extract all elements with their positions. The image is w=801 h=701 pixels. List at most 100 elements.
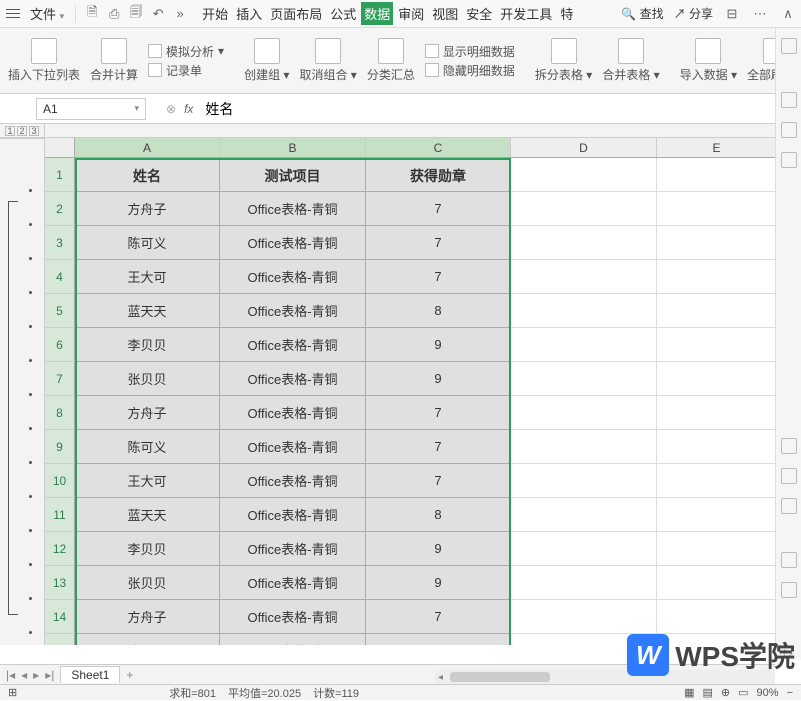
table-row[interactable]: 4王大可Office表格-青铜7 [45,260,801,294]
cell[interactable]: Office表格-青铜 [220,600,366,634]
cell[interactable]: 7 [366,430,511,464]
cell[interactable] [657,430,777,464]
cell[interactable]: Office表格-青铜 [220,260,366,294]
row-header[interactable]: 15 [45,634,75,645]
cell[interactable]: Office表格-青铜 [220,566,366,600]
cell[interactable]: 9 [366,328,511,362]
merge-table-button[interactable]: 合并表格 ▾ [602,38,659,83]
tab-数据[interactable]: 数据 [361,2,393,25]
cell[interactable]: Office表格-青铜 [220,328,366,362]
backup-icon[interactable] [781,498,797,514]
file-menu[interactable]: 文件 ▾ [26,4,68,23]
name-box[interactable]: A1▾ [36,98,146,120]
cell[interactable] [511,430,657,464]
row-header[interactable]: 1 [45,158,75,192]
settings-icon[interactable] [781,582,797,598]
cell[interactable] [511,532,657,566]
share-button[interactable]: ↗ 分享 [674,5,713,22]
cell[interactable] [657,396,777,430]
cell[interactable]: 方舟子 [75,396,220,430]
tab-公式[interactable]: 公式 [327,2,359,25]
cell[interactable]: 蓝天天 [75,498,220,532]
table-row[interactable]: 6李贝贝Office表格-青铜9 [45,328,801,362]
cell[interactable] [511,158,657,192]
cell[interactable] [511,396,657,430]
table-row[interactable]: 14方舟子Office表格-青铜7 [45,600,801,634]
cell[interactable]: 9 [366,532,511,566]
tab-视图[interactable]: 视图 [429,2,461,25]
table-row[interactable]: 13张贝贝Office表格-青铜9 [45,566,801,600]
cell[interactable] [511,192,657,226]
cell[interactable] [511,226,657,260]
cell[interactable] [657,566,777,600]
cell[interactable] [657,328,777,362]
create-group-button[interactable]: 创建组 ▾ [244,38,289,83]
cell[interactable]: Office表格-青铜 [220,498,366,532]
fx-icon[interactable]: fx [184,102,193,116]
cell[interactable] [657,260,777,294]
cell[interactable] [657,226,777,260]
cell[interactable]: 张贝贝 [75,566,220,600]
cell[interactable]: Office表格-青铜 [220,532,366,566]
cell[interactable] [511,362,657,396]
show-detail-button[interactable]: 显示明细数据 [425,43,515,60]
view-normal-icon[interactable]: ▦ [684,686,694,699]
cell[interactable]: 9 [366,362,511,396]
sheet-nav-first[interactable]: |◂ [6,668,15,682]
outline-levels[interactable]: 123 [0,124,45,137]
cell[interactable]: 7 [366,634,511,645]
cell[interactable]: 姓名 [75,158,220,192]
cell[interactable]: 方舟子 [75,600,220,634]
row-header[interactable]: 5 [45,294,75,328]
sheet-nav-last[interactable]: ▸| [45,668,54,682]
select-tool-icon[interactable] [781,38,797,54]
cell[interactable]: 8 [366,498,511,532]
cell[interactable]: Office表格-青铜 [220,464,366,498]
col-header-b[interactable]: B [220,138,366,157]
cell[interactable] [657,532,777,566]
sheet-tab[interactable]: Sheet1 [60,666,120,683]
cell[interactable]: 7 [366,260,511,294]
sheet-nav-next[interactable]: ▸ [33,668,39,682]
cell[interactable]: 9 [366,566,511,600]
sheet-nav-prev[interactable]: ◂ [21,668,27,682]
ungroup-button[interactable]: 取消组合 ▾ [299,38,356,83]
cell[interactable]: 7 [366,192,511,226]
cell[interactable]: Office表格-青铜 [220,192,366,226]
row-header[interactable]: 10 [45,464,75,498]
font-icon[interactable] [781,122,797,138]
view-read-icon[interactable]: ▭ [738,686,748,699]
cell[interactable]: 李贝贝 [75,532,220,566]
subtotal-button[interactable]: 分类汇总 [367,38,415,83]
table-row[interactable]: 2方舟子Office表格-青铜7 [45,192,801,226]
print-icon[interactable]: ⎙ [105,5,123,23]
cell[interactable]: 陈可义 [75,430,220,464]
cell[interactable] [657,498,777,532]
view-break-icon[interactable]: ⊕ [721,686,730,699]
circle-icon[interactable] [781,552,797,568]
more-icon[interactable]: » [171,5,189,23]
cell[interactable]: 张贝贝 [75,362,220,396]
cell[interactable]: Office表格-青铜 [220,634,366,645]
row-header[interactable]: 12 [45,532,75,566]
row-header[interactable]: 4 [45,260,75,294]
cell[interactable] [511,464,657,498]
cell[interactable] [657,600,777,634]
cell[interactable]: 获得勋章 [366,158,511,192]
formula-input[interactable] [201,98,801,120]
cell[interactable]: 7 [366,226,511,260]
cell[interactable] [657,362,777,396]
tab-开发工具[interactable]: 开发工具 [497,2,555,25]
cell[interactable]: 李贝贝 [75,328,220,362]
cell[interactable] [657,192,777,226]
zoom-out-icon[interactable]: − [787,687,793,699]
cell[interactable] [511,600,657,634]
table-row[interactable]: 8方舟子Office表格-青铜7 [45,396,801,430]
cancel-icon[interactable]: ⊗ [166,102,176,116]
cell[interactable]: 王大可 [75,464,220,498]
hide-detail-button[interactable]: 隐藏明细数据 [425,62,515,79]
save-icon[interactable]: 🗎 [83,5,101,23]
tab-开始[interactable]: 开始 [199,2,231,25]
col-header-e[interactable]: E [657,138,777,157]
cell[interactable] [511,260,657,294]
